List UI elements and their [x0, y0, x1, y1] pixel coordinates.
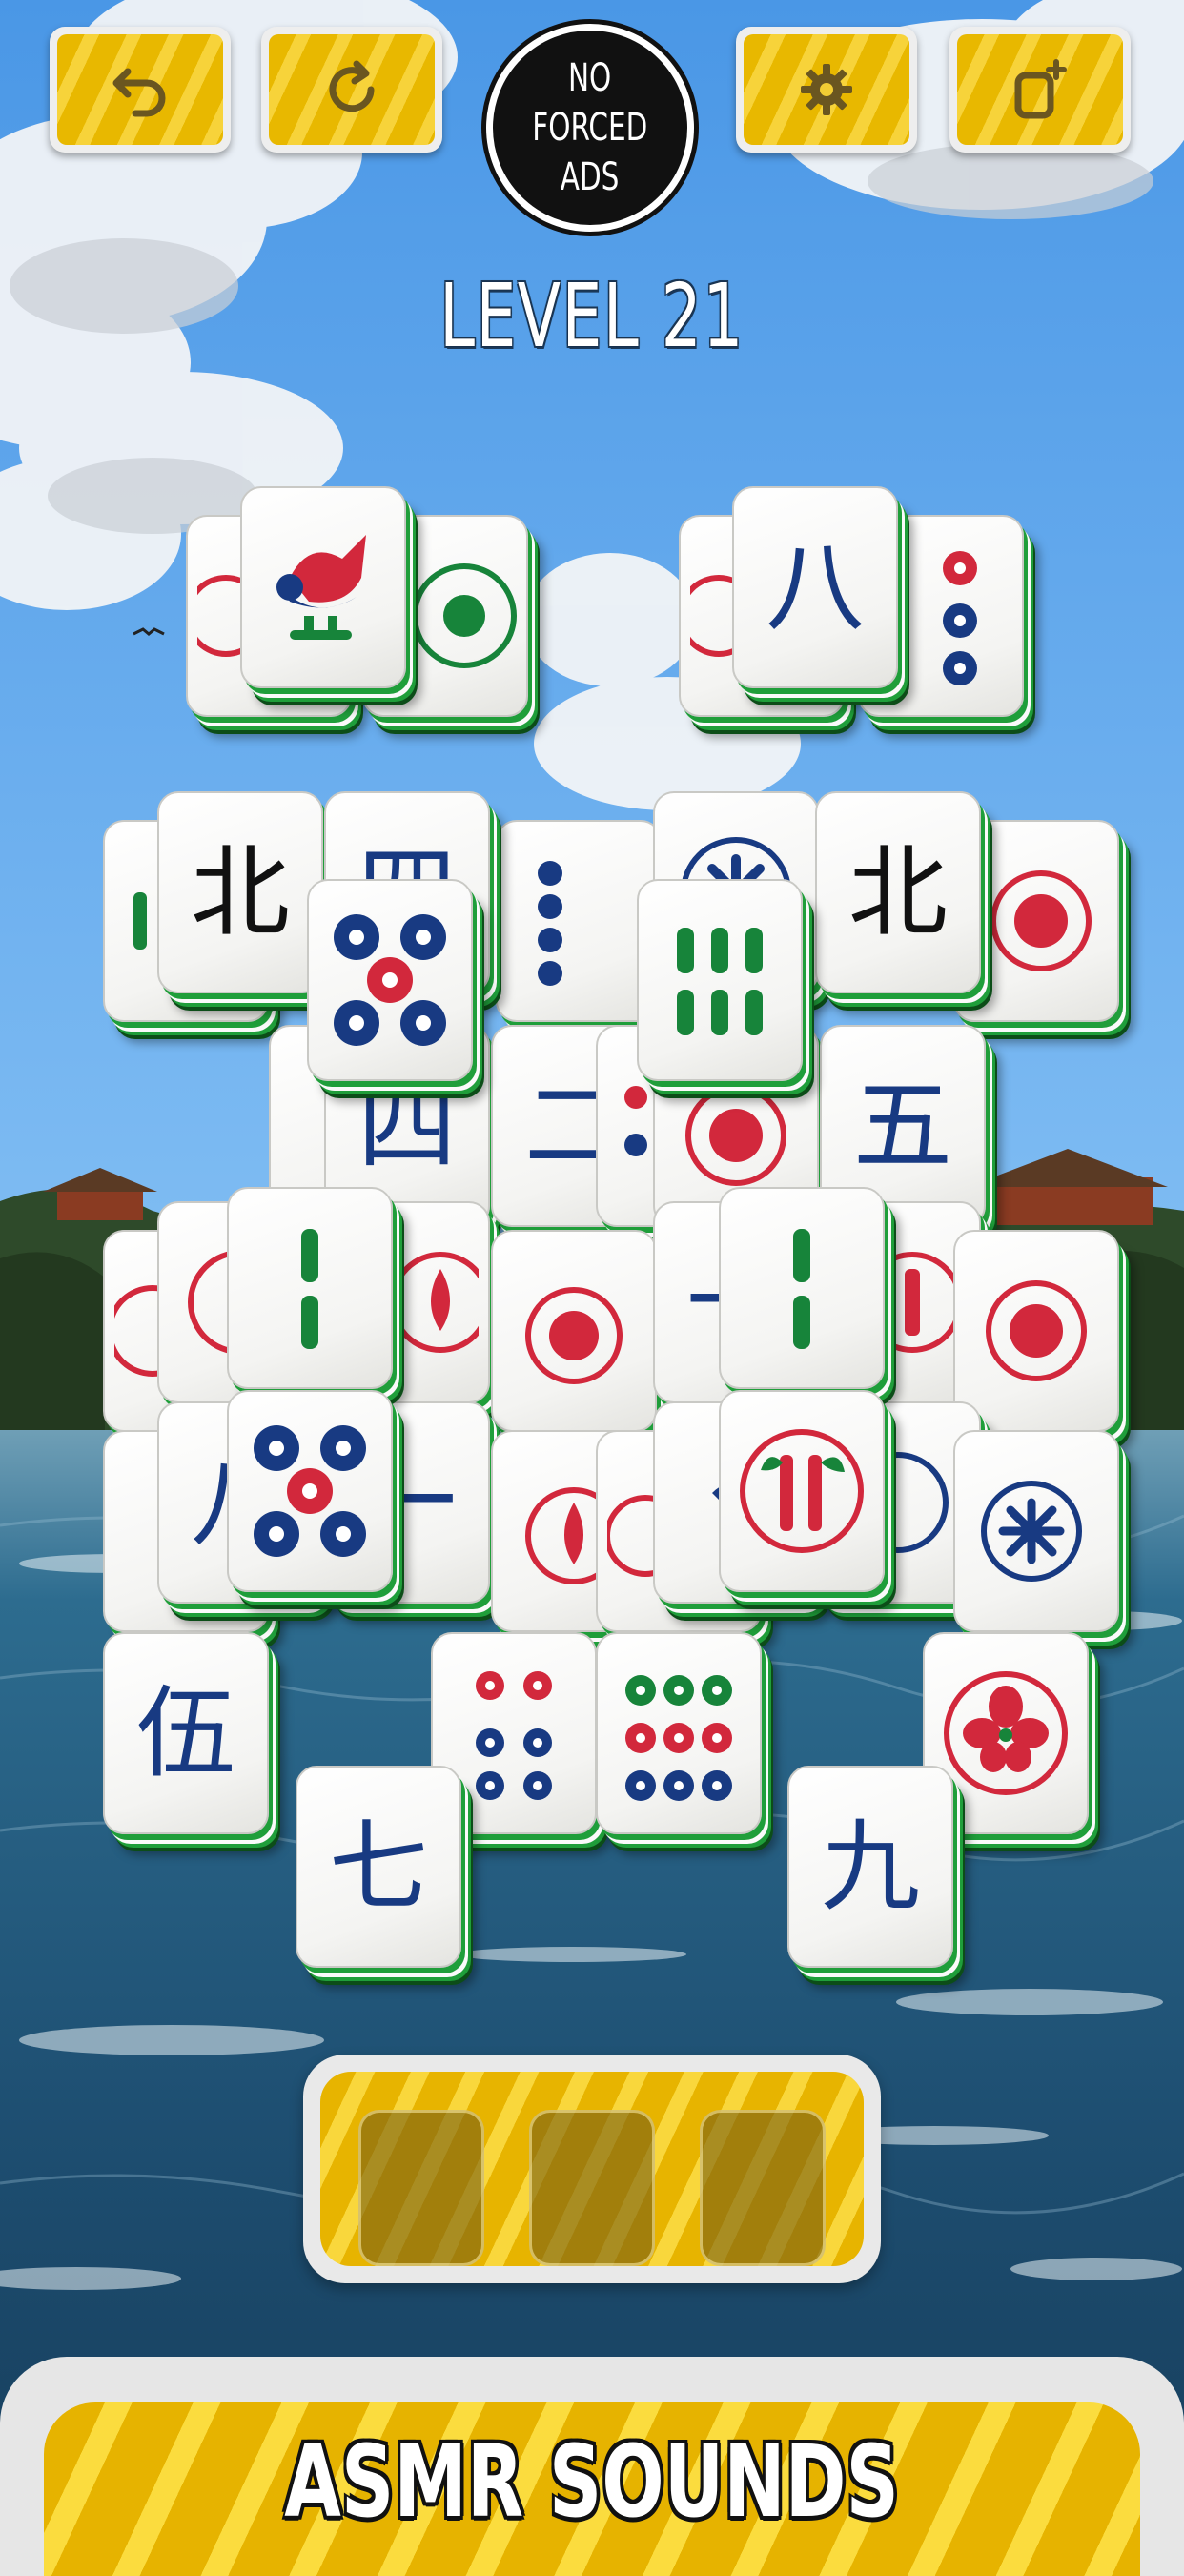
tile-character: 四 [357, 1068, 457, 1184]
badge-line-2: FORCED [532, 106, 648, 150]
six-bamboo-tile-icon [677, 928, 763, 1035]
mahjong-tile[interactable]: 伍 [103, 1632, 269, 1834]
bamboo-flower-tile-icon [740, 1429, 864, 1553]
tray-inner [320, 2072, 864, 2266]
tile-character: 北 [847, 834, 948, 951]
mahjong-tile[interactable] [307, 879, 473, 1081]
mahjong-tile[interactable] [596, 1632, 762, 1834]
nine-circles-tile-icon [625, 1675, 732, 1801]
mahjong-tile[interactable] [719, 1390, 885, 1592]
no-forced-ads-badge[interactable]: NO FORCED ADS [486, 24, 694, 232]
promo-banner[interactable]: ASMR SOUNDS [0, 2357, 1184, 2576]
flower-tile-icon [525, 1287, 623, 1384]
add-tiles-button[interactable] [949, 27, 1131, 153]
flower-tile-icon [986, 1280, 1087, 1381]
restart-button[interactable] [261, 27, 442, 153]
tile-character: 北 [190, 834, 290, 951]
two-bamboo-tile-icon [793, 1229, 810, 1349]
tray-slot [529, 2110, 655, 2266]
mahjong-tile[interactable]: 北 [157, 791, 323, 993]
promo-banner-text: ASMR SOUNDS [284, 2423, 900, 2540]
mahjong-tile[interactable]: 七 [296, 1766, 461, 1968]
tile-character: 五 [852, 1068, 952, 1184]
flower-tile-icon [990, 870, 1092, 971]
snowflake-tile-icon [981, 1481, 1082, 1582]
undo-arrow-icon [112, 68, 166, 117]
mahjong-tile[interactable] [953, 1230, 1119, 1432]
five-circles-tile-icon [334, 914, 446, 1046]
refresh-icon [329, 60, 375, 112]
bird-tile-icon [276, 535, 366, 640]
tile-tray [303, 2055, 881, 2283]
mahjong-tile[interactable] [491, 1230, 657, 1432]
undo-button[interactable] [50, 27, 231, 153]
mahjong-tile[interactable]: 北 [815, 791, 981, 993]
gear-icon [801, 64, 852, 115]
two-bamboo-tile-icon [301, 1229, 318, 1349]
tile-character: 七 [328, 1809, 428, 1925]
settings-button[interactable] [736, 27, 917, 153]
mahjong-tile[interactable] [227, 1187, 393, 1389]
mahjong-tile[interactable] [953, 1430, 1119, 1632]
promo-banner-inner: ASMR SOUNDS [44, 2402, 1140, 2576]
tray-slot [358, 2110, 484, 2266]
add-tile-icon [1014, 59, 1067, 119]
tile-character: 九 [820, 1809, 920, 1925]
mahjong-tile[interactable] [637, 879, 803, 1081]
tray-slot [700, 2110, 826, 2266]
tile-character: 伍 [135, 1675, 235, 1791]
mahjong-tile[interactable] [240, 486, 406, 688]
mahjong-tile[interactable]: 八 [732, 486, 898, 688]
mahjong-tile[interactable]: 九 [787, 1766, 953, 1968]
badge-line-1: NO [568, 56, 612, 100]
five-circles-tile-icon [254, 1425, 366, 1557]
six-circles-tile-icon [476, 1671, 552, 1800]
badge-line-3: ADS [561, 155, 620, 199]
mahjong-tile[interactable] [719, 1187, 885, 1389]
tile-character: 八 [765, 529, 865, 645]
mahjong-tile[interactable] [227, 1390, 393, 1592]
orchid-tile-icon [944, 1671, 1068, 1795]
circles-tile-icon [538, 861, 562, 986]
level-title: LEVEL 21 [439, 265, 745, 367]
